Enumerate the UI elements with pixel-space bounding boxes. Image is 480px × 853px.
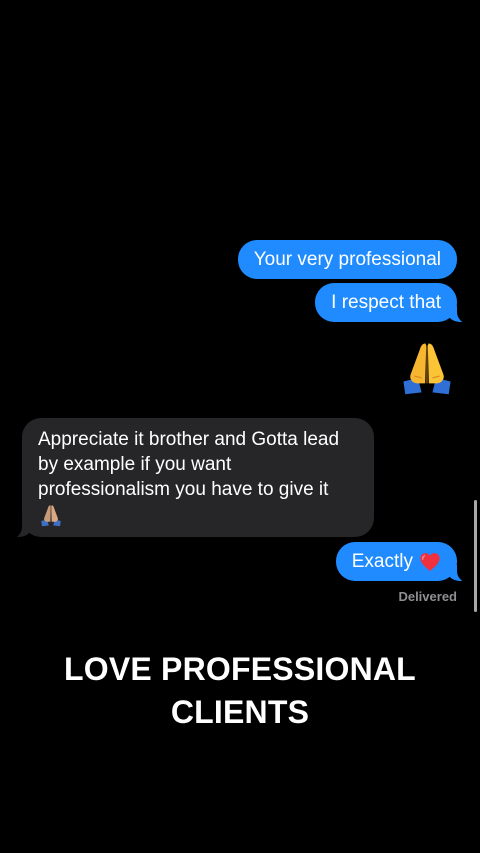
message-text: Your very professional [253,249,441,270]
message-text: Appreciate it brother and Gotta lead by … [38,429,340,500]
delivered-status: Delivered [398,589,457,604]
caption-line: LOVE PROFESSIONAL [64,651,416,687]
sent-message-bubble[interactable]: I respect that [315,283,473,324]
message-text: I respect that [331,292,441,313]
bubble-tail [447,304,473,324]
received-message-bubble[interactable]: Appreciate it brother and Gotta lead by … [6,418,374,539]
bubble-tail [6,519,32,539]
caption-line: CLIENTS [170,694,310,730]
sent-message-bubble[interactable]: Your very professional [237,240,457,279]
bubble-tail [447,563,473,583]
message-text: Exactly [351,551,413,572]
folded-hands-icon [41,505,61,527]
message-thread: Your very professional I respect that Ap… [0,0,480,853]
scrollbar[interactable] [474,500,477,612]
sent-message-bubble[interactable]: Exactly [335,542,473,583]
caption-overlay: LOVE PROFESSIONAL CLIENTS [0,648,480,734]
red-heart-icon [420,552,440,571]
folded-hands-emoji[interactable] [398,338,456,396]
